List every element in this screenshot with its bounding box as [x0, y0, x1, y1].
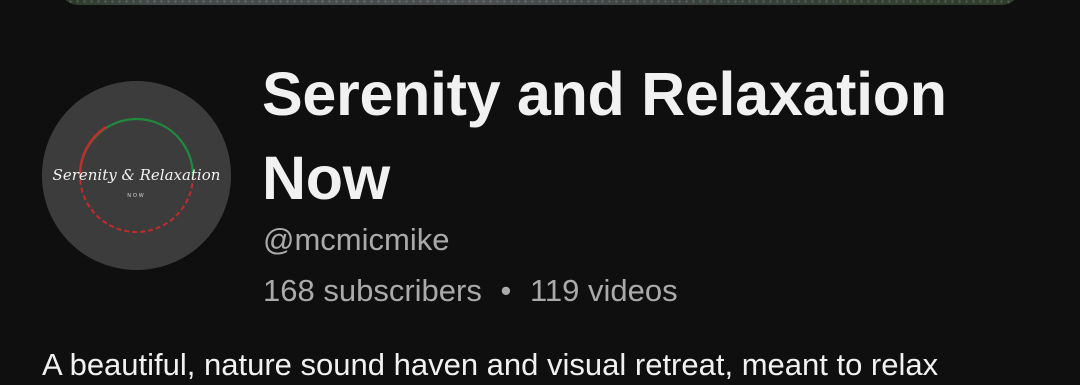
stats-separator: • — [500, 273, 512, 308]
logo-subtext: NOW — [127, 193, 145, 199]
channel-stats: 168 subscribers • 119 videos — [263, 270, 678, 312]
channel-handle: @mcmicmike — [263, 222, 450, 257]
channel-logo: Serenity & Relaxation NOW — [42, 81, 231, 270]
subscriber-count: 168 subscribers — [263, 273, 482, 308]
video-count: 119 videos — [529, 273, 678, 308]
channel-banner[interactable] — [60, 0, 1020, 5]
channel-title: Serenity and Relaxation Now — [262, 60, 947, 212]
logo-text: Serenity & Relaxation — [53, 166, 221, 184]
channel-avatar[interactable]: Serenity & Relaxation NOW — [42, 81, 231, 270]
channel-description[interactable]: A beautiful, nature sound haven and visu… — [42, 345, 1042, 385]
